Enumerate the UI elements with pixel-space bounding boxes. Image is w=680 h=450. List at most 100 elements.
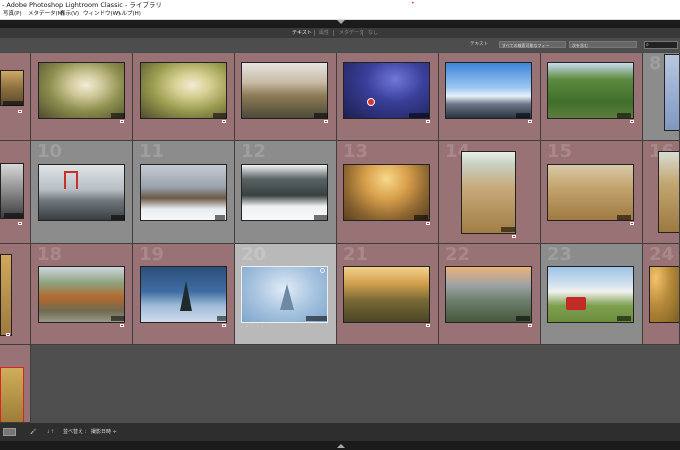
spray-can-icon[interactable]: 🖌 xyxy=(30,423,36,441)
photo-thumbnail[interactable] xyxy=(140,164,227,221)
bottom-toolbar: 🖌 ↓↑ 並べ替え : 撮影日時 ÷ xyxy=(0,423,680,441)
flag-icon[interactable] xyxy=(630,120,634,123)
flag-icon[interactable] xyxy=(426,120,430,123)
flag-icon[interactable] xyxy=(120,120,124,123)
grid-cell[interactable]: 19 xyxy=(133,244,235,345)
grid-cell[interactable]: 16 xyxy=(643,141,680,244)
search-field-select[interactable]: すべての検索可能なフィー xyxy=(499,41,566,48)
rotate-left-icon[interactable]: ↺ xyxy=(237,337,241,343)
rotate-right-icon[interactable]: ↻ xyxy=(327,337,331,343)
filter-tab-text[interactable]: テキスト xyxy=(292,28,312,38)
photo-thumbnail[interactable] xyxy=(445,266,532,323)
flag-icon[interactable] xyxy=(528,120,532,123)
cell-index-number: 15 xyxy=(547,141,573,162)
cell-index-number: 18 xyxy=(37,244,63,265)
photo-thumbnail[interactable] xyxy=(547,62,634,119)
grid-cell[interactable] xyxy=(439,53,541,141)
flag-icon[interactable] xyxy=(512,235,516,238)
bottom-panel-toggle[interactable] xyxy=(0,441,680,450)
cell-index-number: 22 xyxy=(445,244,471,265)
grid-cell[interactable]: 13 xyxy=(337,141,439,244)
photo-thumbnail[interactable] xyxy=(461,151,516,234)
photo-thumbnail[interactable] xyxy=(664,54,679,131)
search-rule-select[interactable]: 次を含む xyxy=(569,41,637,48)
photo-thumbnail[interactable] xyxy=(38,62,125,119)
menu-photo[interactable]: 写真(P) xyxy=(3,10,22,19)
flag-icon[interactable] xyxy=(18,110,22,113)
menu-view[interactable]: 表示(V) xyxy=(60,10,79,19)
grid-cell[interactable] xyxy=(0,345,31,423)
photo-thumbnail[interactable] xyxy=(658,151,679,233)
flag-icon[interactable] xyxy=(426,222,430,225)
cell-index-number: 20 xyxy=(241,244,267,265)
grid-cell[interactable]: 8 xyxy=(643,53,680,141)
flag-icon[interactable] xyxy=(324,120,328,123)
sort-direction-icon[interactable]: ↓↑ xyxy=(46,423,54,441)
photo-thumbnail[interactable] xyxy=(38,164,125,221)
thumbnail-badges xyxy=(4,213,23,218)
torii-shape xyxy=(64,171,78,189)
grid-cell[interactable]: 15 xyxy=(541,141,643,244)
grid-cell[interactable] xyxy=(31,53,133,141)
grid-cell[interactable] xyxy=(0,53,31,141)
menu-window[interactable]: ウィンドウ(W) xyxy=(83,10,120,19)
grid-view-icon[interactable] xyxy=(3,428,16,436)
grid-cell[interactable]: 23 xyxy=(541,244,643,345)
photo-thumbnail[interactable] xyxy=(547,266,634,323)
filter-tab-metadata[interactable]: メタデータ xyxy=(339,28,364,38)
grid-cell[interactable] xyxy=(133,53,235,141)
filter-tab-none[interactable]: なし xyxy=(368,28,378,38)
grid-cell-selected[interactable]: 20 · · · · · ↺ ↻ xyxy=(235,244,337,345)
grid-cell[interactable]: 24 xyxy=(643,244,680,345)
grid-cell[interactable]: 22 xyxy=(439,244,541,345)
grid-cell[interactable] xyxy=(0,244,31,345)
top-panel-toggle[interactable] xyxy=(0,20,680,28)
photo-thumbnail[interactable] xyxy=(445,62,532,119)
menu-help[interactable]: ヘルプ(H) xyxy=(116,10,141,19)
grid-cell[interactable] xyxy=(337,53,439,141)
grid-cell[interactable]: 11 xyxy=(133,141,235,244)
filter-divider xyxy=(333,30,334,36)
flag-icon[interactable] xyxy=(120,324,124,327)
photo-thumbnail[interactable] xyxy=(547,164,634,221)
search-input[interactable]: ⌕ xyxy=(644,41,678,49)
photo-thumbnail[interactable] xyxy=(241,62,328,119)
quick-collection-icon[interactable] xyxy=(320,268,325,273)
grid-cell[interactable]: 14 xyxy=(439,141,541,244)
photo-thumbnail[interactable] xyxy=(241,164,328,221)
thumbnail-badges xyxy=(414,215,428,220)
flag-icon[interactable] xyxy=(18,222,22,225)
photo-thumbnail[interactable] xyxy=(0,367,24,422)
photo-thumbnail[interactable] xyxy=(38,266,125,323)
photo-thumbnail[interactable] xyxy=(343,62,430,119)
filter-tab-attribute[interactable]: 属性 xyxy=(319,28,329,38)
grid-cell[interactable]: 10 xyxy=(31,141,133,244)
rating-stars[interactable]: · · · · · xyxy=(241,324,264,330)
flag-icon[interactable] xyxy=(222,324,226,327)
flag-icon[interactable] xyxy=(426,324,430,327)
photo-thumbnail[interactable] xyxy=(140,62,227,119)
grid-cell[interactable]: 21 xyxy=(337,244,439,345)
grid-cell[interactable] xyxy=(541,53,643,141)
flag-icon[interactable] xyxy=(528,324,532,327)
photo-thumbnail[interactable] xyxy=(343,266,430,323)
window-title: - Adobe Photoshop Lightroom Classic - ライ… xyxy=(2,1,162,9)
photo-thumbnail[interactable] xyxy=(343,164,430,221)
grid-cell[interactable]: 12 xyxy=(235,141,337,244)
grid-cell[interactable] xyxy=(235,53,337,141)
grid-cell[interactable] xyxy=(0,141,31,244)
thumbnail-badges xyxy=(314,113,328,118)
flag-icon[interactable] xyxy=(222,120,226,123)
text-filter-label: テキスト xyxy=(470,42,489,47)
flag-icon[interactable] xyxy=(630,222,634,225)
thumbnail-badges xyxy=(111,113,125,118)
photo-thumbnail[interactable] xyxy=(649,266,679,323)
window-title-bar: - Adobe Photoshop Lightroom Classic - ライ… xyxy=(0,0,680,10)
thumbnail-badges xyxy=(516,113,530,118)
photo-thumbnail[interactable] xyxy=(0,254,12,336)
sort-select[interactable]: 撮影日時 ÷ xyxy=(91,423,117,441)
flag-icon[interactable] xyxy=(6,333,10,336)
grid-cell[interactable]: 18 xyxy=(31,244,133,345)
photo-thumbnail[interactable] xyxy=(0,163,24,219)
thumbnail-badges xyxy=(111,215,125,220)
